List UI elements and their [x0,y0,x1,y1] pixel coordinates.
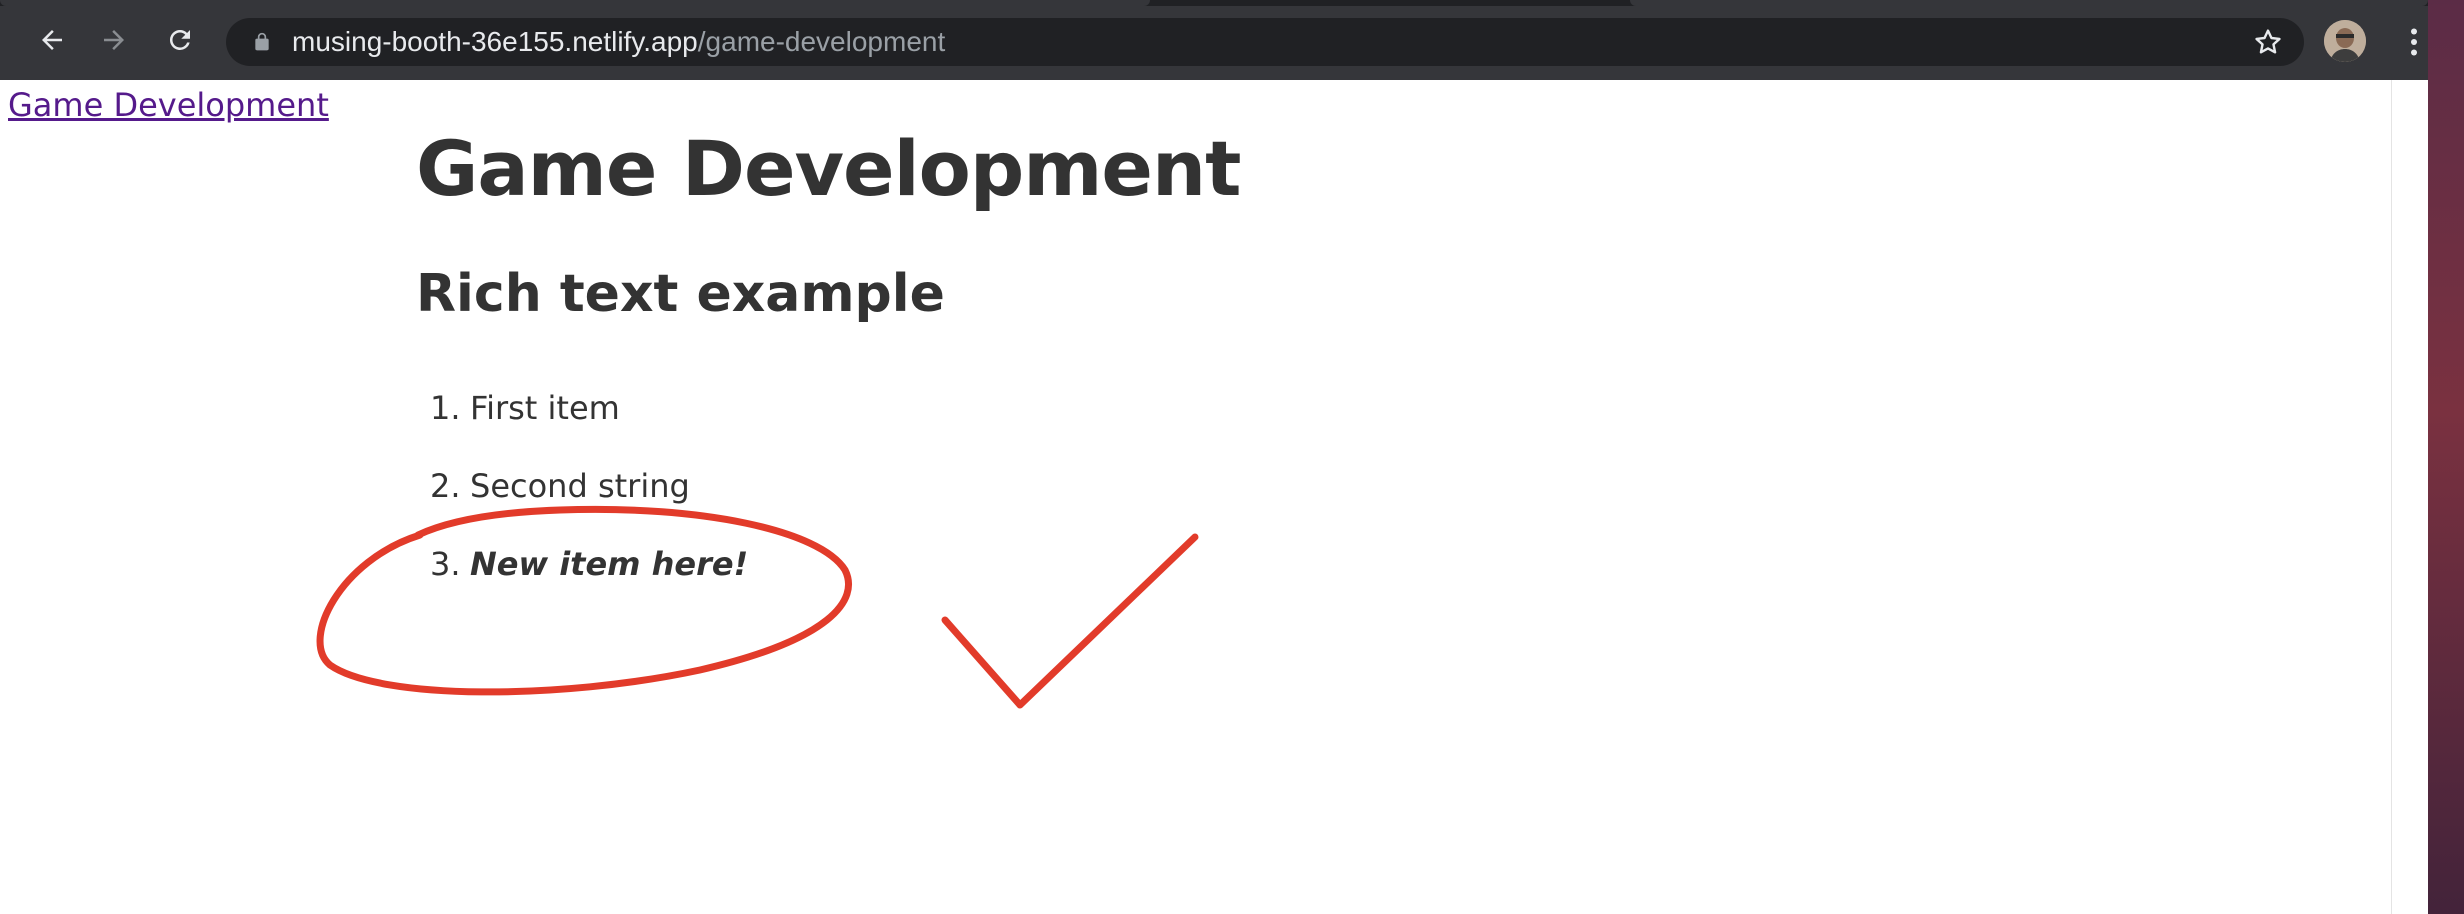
list-item-number: 1. [430,389,461,427]
list-item-text: New item here! [470,545,749,583]
browser-toolbar: musing-booth-36e155.netlify.app/game-dev… [0,0,2428,80]
page-scrollbar[interactable] [2391,80,2428,914]
desktop-background [2428,0,2464,914]
url-path: /game-development [697,26,946,57]
reload-icon [169,29,190,50]
tab-edge[interactable] [1630,0,2428,6]
list-item: 2. Second string [430,458,748,536]
tab-edge[interactable] [0,0,1150,6]
list-item: 1. First item [430,380,748,458]
list-item-text: First item [470,389,620,427]
desktop-glyph [2454,32,2464,50]
nav-link-game-development[interactable]: Game Development [8,86,329,124]
star-icon[interactable] [2252,26,2284,58]
back-button[interactable] [34,22,70,58]
lock-icon[interactable] [252,32,272,52]
forward-button[interactable] [96,22,132,58]
kebab-menu-icon[interactable] [2396,24,2428,60]
list-item: 3. New item here! [430,536,748,614]
tab-strip [0,0,2428,6]
section-heading: Rich text example [416,264,945,324]
url-host: musing-booth-36e155.netlify.app [292,26,698,57]
browser-window: musing-booth-36e155.netlify.app/game-dev… [0,0,2428,914]
address-bar[interactable]: musing-booth-36e155.netlify.app/game-dev… [226,18,2304,66]
avatar-icon [2324,20,2366,62]
forward-arrow-icon [104,30,124,50]
page-content: Game Development Game Development Rich t… [0,80,2428,914]
url-text[interactable]: musing-booth-36e155.netlify.app/game-dev… [292,28,945,56]
list-item-text: Second string [470,467,690,505]
back-arrow-icon [42,30,62,50]
list-item-number: 3. [430,545,461,583]
ordered-list: 1. First item 2. Second string 3. New item … [430,380,748,614]
reload-button[interactable] [162,22,198,58]
profile-avatar[interactable] [2324,20,2366,62]
list-item-number: 2. [430,467,461,505]
page-title: Game Development [416,124,1241,213]
